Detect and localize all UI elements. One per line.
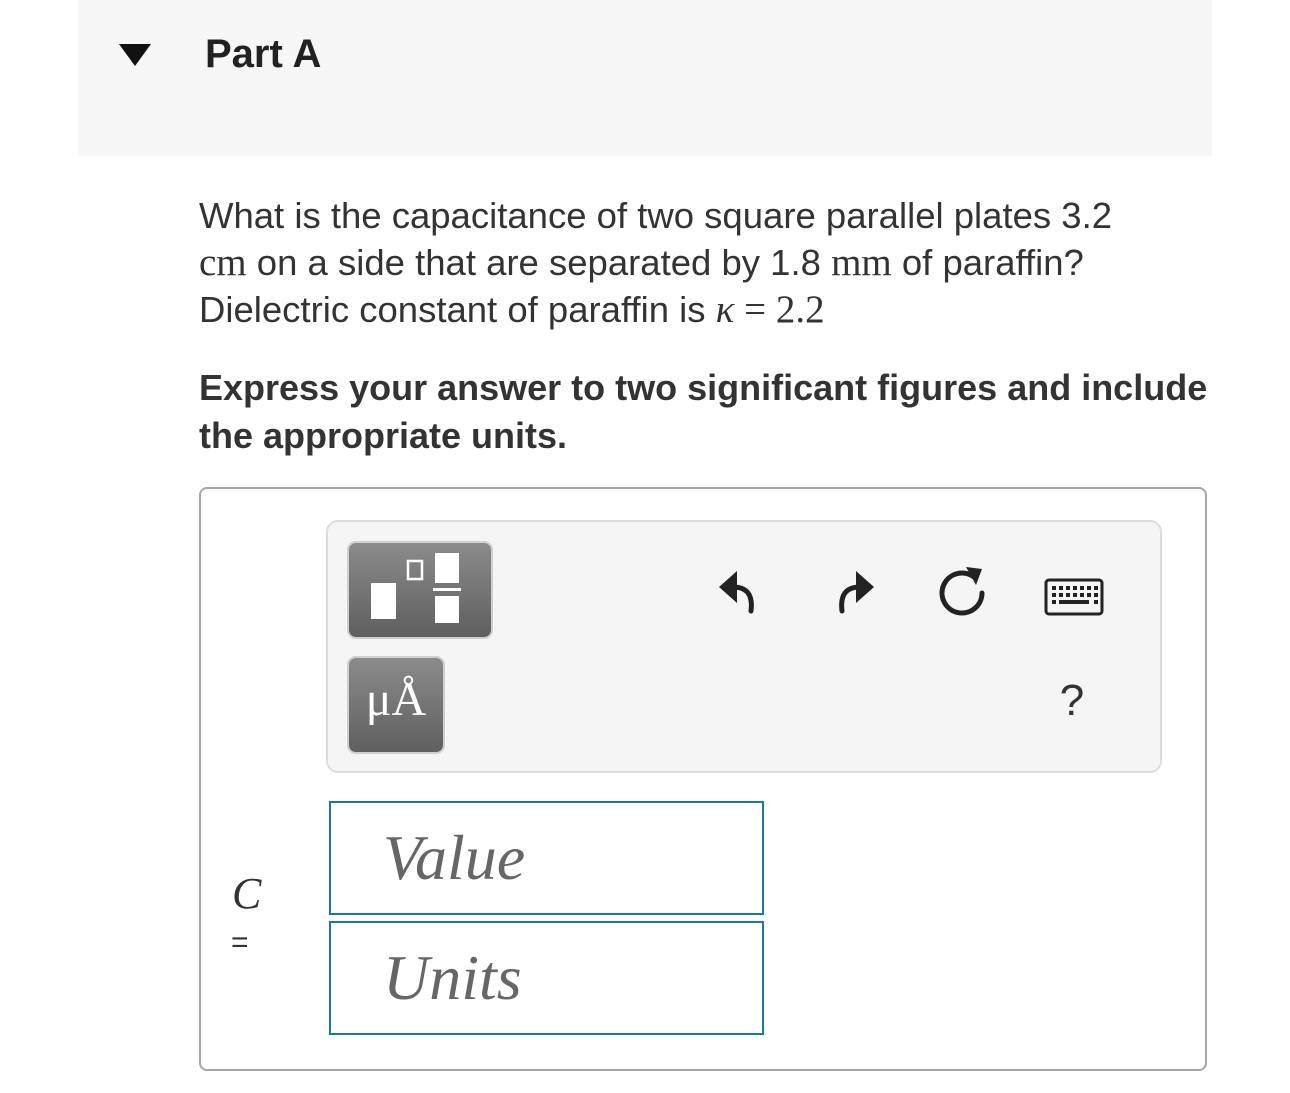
redo-icon[interactable] [832, 565, 876, 615]
kappa-value: = 2.2 [734, 288, 825, 331]
answer-variable: C [232, 869, 262, 918]
units-button-label: μÅ [365, 673, 427, 726]
reset-icon[interactable] [936, 565, 990, 619]
collapse-triangle-icon[interactable] [119, 44, 151, 66]
units-button[interactable]: μÅ [347, 656, 445, 754]
undo-icon[interactable] [717, 565, 761, 615]
value-input[interactable] [329, 801, 764, 915]
fraction-template-icon [371, 553, 461, 623]
question-line1: What is the capacitance of two square pa… [199, 195, 1113, 236]
unit-cm: cm [199, 241, 247, 284]
part-header [78, 0, 1212, 156]
instruction-text: Express your answer to two significant f… [199, 367, 1208, 456]
units-input[interactable] [329, 921, 764, 1035]
help-icon[interactable]: ? [1052, 676, 1092, 732]
templates-button[interactable] [347, 541, 493, 639]
question-line3: Dielectric constant of paraffin is [199, 289, 716, 330]
unit-mm: mm [831, 241, 892, 284]
keyboard-icon[interactable] [1044, 578, 1104, 616]
question-line2-mid: on a side that are separated by 1.8 [246, 242, 832, 283]
kappa-symbol: κ [715, 288, 735, 331]
part-title: Part A [205, 32, 322, 76]
question-line2-end: of paraffin? [891, 242, 1084, 283]
question-text: What is the capacitance of two square pa… [199, 192, 1199, 333]
equals-sign: = [231, 926, 249, 959]
